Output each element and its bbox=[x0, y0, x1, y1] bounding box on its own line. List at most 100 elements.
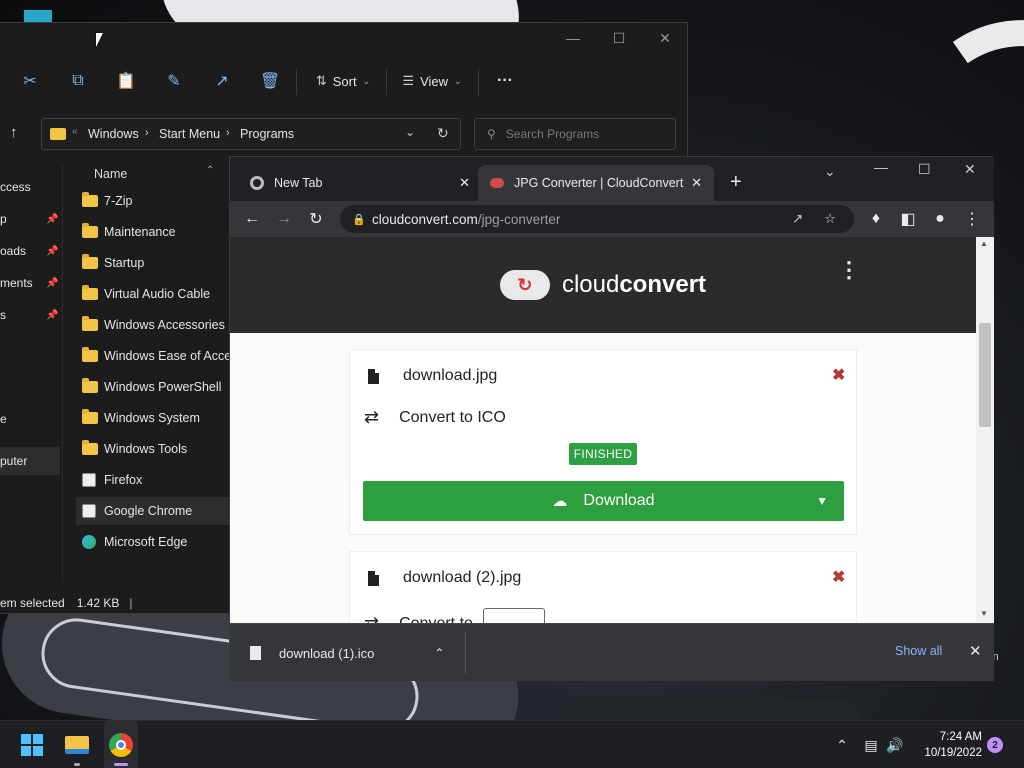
file-list-item[interactable]: Windows Accessories bbox=[76, 311, 236, 339]
explorer-titlebar[interactable]: — ☐ ✕ bbox=[0, 23, 687, 53]
address-bar[interactable]: « Windows › Start Menu › Programs ⌄ ↻ bbox=[41, 118, 461, 150]
volume-icon[interactable]: 🔊 bbox=[884, 721, 906, 768]
logo-text[interactable]: cloudconvert bbox=[562, 271, 706, 299]
format-select[interactable] bbox=[483, 608, 545, 623]
copy-icon[interactable]: ⧉ bbox=[62, 63, 94, 99]
file-list-item[interactable]: Startup bbox=[76, 249, 236, 277]
file-list-item[interactable]: Microsoft Edge bbox=[76, 528, 236, 556]
close-shelf-icon[interactable]: ✕ bbox=[969, 642, 982, 660]
share-icon[interactable]: ↗ bbox=[792, 211, 803, 227]
file-list-item[interactable]: 7-Zip bbox=[76, 187, 236, 215]
column-header-name[interactable]: Name bbox=[94, 167, 127, 181]
remove-file-icon[interactable]: ✖ bbox=[832, 365, 845, 385]
share-icon[interactable]: ↗ bbox=[206, 63, 238, 99]
page-viewport: ↻ cloudconvert ⋮ download.jpg ✖ ⇄ Conver… bbox=[230, 237, 994, 623]
breadcrumb-item[interactable]: Programs bbox=[240, 127, 294, 141]
shortcut-icon bbox=[82, 504, 96, 518]
file-list-item[interactable]: Maintenance bbox=[76, 218, 236, 246]
remove-file-icon[interactable]: ✖ bbox=[832, 567, 845, 587]
browser-toolbar: ← → ↻ 🔒 cloudconvert.com/jpg-converter ↗… bbox=[230, 201, 994, 237]
network-icon[interactable]: ▤ bbox=[860, 721, 882, 768]
chevron-right-icon: › bbox=[226, 127, 230, 139]
show-hidden-icons-icon[interactable]: ⌃ bbox=[832, 721, 852, 768]
chrome-icon bbox=[250, 176, 264, 190]
file-list-item[interactable]: Virtual Audio Cable bbox=[76, 280, 236, 308]
cloudconvert-header: ↻ cloudconvert ⋮ bbox=[230, 237, 976, 333]
show-all-link[interactable]: Show all bbox=[895, 644, 942, 658]
mouse-cursor bbox=[96, 33, 103, 47]
rename-icon[interactable]: ✎ bbox=[158, 63, 190, 99]
file-list-item[interactable]: Windows PowerShell bbox=[76, 373, 236, 401]
breadcrumb-item[interactable]: Start Menu bbox=[159, 127, 220, 141]
status-bar: em selected 1.42 KB | bbox=[0, 596, 133, 610]
maximize-icon[interactable]: ☐ bbox=[596, 23, 642, 53]
download-shelf: download (1).ico ⌃ Show all ✕ bbox=[230, 623, 994, 681]
tab-cloudconvert[interactable]: JPG Converter | CloudConvert ✕ bbox=[478, 165, 714, 201]
minimize-icon[interactable]: — bbox=[550, 23, 596, 53]
more-options-icon[interactable]: ··· bbox=[490, 63, 520, 99]
chevron-down-icon[interactable]: ⌄ bbox=[405, 125, 415, 139]
paste-icon[interactable]: 📋 bbox=[110, 63, 142, 99]
file-name-row: download (2).jpg bbox=[368, 569, 521, 587]
profile-icon[interactable]: ● bbox=[926, 201, 954, 237]
file-list-item[interactable]: Windows Tools bbox=[76, 435, 236, 463]
folder-icon bbox=[82, 285, 98, 300]
url-bar[interactable]: 🔒 cloudconvert.com/jpg-converter ↗ ☆ bbox=[340, 205, 854, 233]
nav-item[interactable]: e bbox=[0, 405, 60, 433]
breadcrumb-item[interactable]: Windows bbox=[88, 127, 139, 141]
menu-icon[interactable]: ⋮ bbox=[958, 201, 986, 237]
extensions-icon[interactable]: ♦ bbox=[862, 201, 890, 237]
file-list-item[interactable]: Windows Ease of Access bbox=[76, 342, 236, 370]
chrome-taskbar-button[interactable] bbox=[104, 721, 138, 768]
clock[interactable]: 7:24 AM 10/19/2022 bbox=[912, 729, 982, 761]
tab-search-icon[interactable]: ⌄ bbox=[824, 163, 836, 180]
edge-icon bbox=[82, 535, 96, 549]
file-list-item[interactable]: Windows System bbox=[76, 404, 236, 432]
scrollbar-thumb[interactable] bbox=[979, 323, 991, 427]
file-list-item[interactable]: Google Chrome bbox=[76, 497, 236, 525]
new-tab-icon[interactable]: + bbox=[730, 171, 742, 194]
side-panel-icon[interactable]: ◧ bbox=[894, 201, 922, 237]
folder-icon bbox=[82, 347, 98, 362]
folder-icon bbox=[82, 192, 98, 207]
close-tab-icon[interactable]: ✕ bbox=[459, 175, 470, 191]
download-item[interactable]: download (1).ico ⌃ bbox=[250, 624, 444, 682]
maximize-icon[interactable]: ☐ bbox=[918, 161, 931, 178]
back-icon[interactable]: ← bbox=[238, 201, 266, 237]
kebab-menu-icon[interactable]: ⋮ bbox=[838, 257, 860, 283]
cut-icon[interactable]: ✂ bbox=[14, 63, 46, 99]
forward-icon[interactable]: → bbox=[270, 201, 298, 237]
delete-icon[interactable]: 🗑 bbox=[254, 63, 286, 99]
notification-badge[interactable]: 2 bbox=[987, 737, 1003, 753]
nav-item[interactable]: oads 📌 bbox=[0, 237, 60, 265]
close-icon[interactable]: ✕ bbox=[642, 23, 688, 53]
explorer-toolbar: ✂ ⧉ 📋 ✎ ↗ 🗑 ⇅ Sort ⌄ ☰ View ⌄ ··· bbox=[0, 63, 688, 99]
up-arrow-icon[interactable]: ↑ bbox=[10, 124, 18, 141]
nav-item-selected[interactable]: puter bbox=[0, 447, 60, 475]
refresh-icon[interactable]: ↻ bbox=[437, 125, 449, 142]
bookmark-star-icon[interactable]: ☆ bbox=[824, 211, 836, 227]
chevron-up-icon[interactable]: ⌃ bbox=[434, 646, 444, 660]
chevron-down-icon[interactable]: ▼ bbox=[816, 494, 828, 508]
close-tab-icon[interactable]: ✕ bbox=[691, 175, 702, 191]
tab-new-tab[interactable]: New Tab ✕ bbox=[238, 165, 474, 201]
file-list-item[interactable]: Firefox bbox=[76, 466, 236, 494]
nav-item[interactable]: p 📌 bbox=[0, 205, 60, 233]
reload-icon[interactable]: ↻ bbox=[302, 201, 330, 237]
sort-button[interactable]: ⇅ Sort ⌄ bbox=[310, 63, 376, 99]
scrollbar[interactable]: ▲ ▼ bbox=[976, 237, 994, 623]
pin-icon: 📌 bbox=[46, 309, 59, 321]
search-input[interactable]: ⚲ Search Programs bbox=[474, 118, 676, 150]
folder-icon bbox=[82, 378, 98, 393]
close-window-icon[interactable]: ✕ bbox=[964, 161, 976, 178]
nav-item[interactable]: ments 📌 bbox=[0, 269, 60, 297]
view-button[interactable]: ☰ View ⌄ bbox=[398, 63, 466, 99]
pin-icon: 📌 bbox=[46, 277, 59, 289]
folder-icon bbox=[82, 440, 98, 455]
start-button[interactable] bbox=[16, 721, 48, 768]
download-button[interactable]: ☁ Download ▼ bbox=[363, 481, 844, 521]
nav-item[interactable]: ccess bbox=[0, 173, 60, 201]
minimize-icon[interactable]: — bbox=[874, 159, 888, 175]
nav-item[interactable]: s 📌 bbox=[0, 301, 60, 329]
file-explorer-taskbar-button[interactable] bbox=[60, 721, 94, 768]
